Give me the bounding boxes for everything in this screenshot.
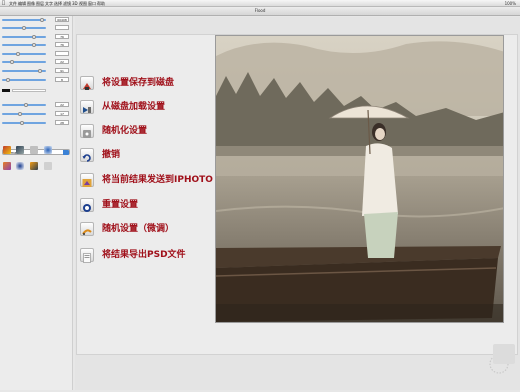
slider-knob[interactable] bbox=[22, 26, 26, 30]
slider-1[interactable] bbox=[2, 18, 46, 22]
slider-8[interactable] bbox=[2, 78, 46, 82]
control-panel: 00408 76 76 22 91 8 22 17 28 normal bbox=[0, 16, 73, 390]
menu-view[interactable]: 视图 bbox=[79, 0, 87, 7]
slider-knob[interactable] bbox=[16, 52, 20, 56]
action-label: 将设置保存到磁盘 bbox=[102, 78, 175, 88]
randomize-icon bbox=[80, 124, 94, 138]
color-swatch-white[interactable] bbox=[12, 89, 46, 92]
random-tweak-icon bbox=[80, 222, 94, 236]
menu-window[interactable]: 窗口 bbox=[88, 0, 96, 7]
value-field-2[interactable] bbox=[55, 25, 69, 30]
menubar-status: 100% bbox=[504, 1, 516, 6]
load-tool-icon[interactable] bbox=[16, 146, 24, 154]
undo-tool-icon[interactable] bbox=[44, 146, 52, 154]
iphoto-tool-icon[interactable] bbox=[3, 162, 11, 170]
reset-icon bbox=[80, 198, 94, 212]
tweak-tool-icon[interactable] bbox=[30, 162, 38, 170]
menu-help[interactable]: 帮助 bbox=[97, 0, 105, 7]
window-title-bar: Flood bbox=[0, 7, 520, 16]
chevron-down-icon bbox=[63, 150, 69, 155]
slider-knob[interactable] bbox=[40, 18, 44, 22]
slider-9[interactable] bbox=[2, 103, 46, 107]
menu-bar:  文件 编辑 图像 图层 文字 选择 滤镜 3D 视图 窗口 帮助 100% bbox=[0, 0, 520, 7]
action-label: 随机化设置 bbox=[102, 126, 148, 136]
menu-layer[interactable]: 图层 bbox=[36, 0, 44, 7]
slider-knob[interactable] bbox=[32, 35, 36, 39]
export-tool-icon[interactable] bbox=[44, 162, 52, 170]
slider-6[interactable] bbox=[2, 60, 46, 64]
preview-image bbox=[215, 35, 504, 323]
menu-image[interactable]: 图像 bbox=[27, 0, 35, 7]
action-label: 重置设置 bbox=[102, 200, 139, 210]
action-label: 随机设置（微调） bbox=[102, 224, 175, 234]
slider-3[interactable] bbox=[2, 35, 46, 39]
action-label: 从磁盘加载设置 bbox=[102, 102, 166, 112]
value-field-4[interactable]: 76 bbox=[55, 42, 69, 47]
slider-10[interactable] bbox=[2, 112, 46, 116]
reset-tool-icon[interactable] bbox=[16, 162, 24, 170]
value-field-9[interactable]: 22 bbox=[55, 102, 69, 107]
window-title: Flood bbox=[254, 8, 266, 13]
value-field-3[interactable]: 76 bbox=[55, 34, 69, 39]
menu-3d[interactable]: 3D bbox=[72, 0, 78, 7]
slider-4[interactable] bbox=[2, 43, 46, 47]
menu-edit[interactable]: 编辑 bbox=[18, 0, 26, 7]
slider-knob[interactable] bbox=[18, 112, 22, 116]
value-field-6[interactable]: 22 bbox=[55, 59, 69, 64]
value-field-1[interactable]: 00408 bbox=[55, 17, 69, 22]
slider-knob[interactable] bbox=[10, 60, 14, 64]
slider-5[interactable] bbox=[2, 52, 46, 56]
zoom-widget[interactable] bbox=[487, 340, 517, 388]
save-settings-icon bbox=[80, 76, 94, 90]
color-swatch-black[interactable] bbox=[2, 89, 10, 92]
value-field-8[interactable]: 8 bbox=[55, 77, 69, 82]
menu-file[interactable]: 文件 bbox=[9, 0, 17, 7]
send-iphoto-icon bbox=[80, 173, 94, 187]
value-field-10[interactable]: 17 bbox=[55, 111, 69, 116]
load-settings-icon bbox=[80, 100, 94, 114]
slider-11[interactable] bbox=[2, 121, 46, 125]
slider-knob[interactable] bbox=[38, 69, 42, 73]
action-label: 将结果导出PSD文件 bbox=[102, 250, 186, 260]
photo-canvas bbox=[216, 36, 503, 322]
menu-select[interactable]: 选择 bbox=[54, 0, 62, 7]
slider-2[interactable] bbox=[2, 26, 46, 30]
value-field-11[interactable]: 28 bbox=[55, 120, 69, 125]
slider-knob[interactable] bbox=[32, 43, 36, 47]
menu-type[interactable]: 文字 bbox=[45, 0, 53, 7]
slider-knob[interactable] bbox=[20, 121, 24, 125]
value-field-7[interactable]: 91 bbox=[55, 68, 69, 73]
menu-filter[interactable]: 滤镜 bbox=[63, 0, 71, 7]
slider-knob[interactable] bbox=[24, 103, 28, 107]
undo-icon bbox=[80, 148, 94, 162]
action-label: 将当前结果发送到IPHOTO bbox=[102, 175, 213, 185]
export-psd-icon bbox=[80, 248, 94, 263]
value-field-5[interactable] bbox=[55, 51, 69, 56]
save-tool-icon[interactable] bbox=[3, 146, 11, 154]
apple-icon[interactable]:  bbox=[2, 0, 5, 7]
action-label: 撤销 bbox=[102, 150, 121, 160]
slider-7[interactable] bbox=[2, 69, 46, 73]
slider-knob[interactable] bbox=[6, 78, 10, 82]
randomize-tool-icon[interactable] bbox=[30, 146, 38, 154]
